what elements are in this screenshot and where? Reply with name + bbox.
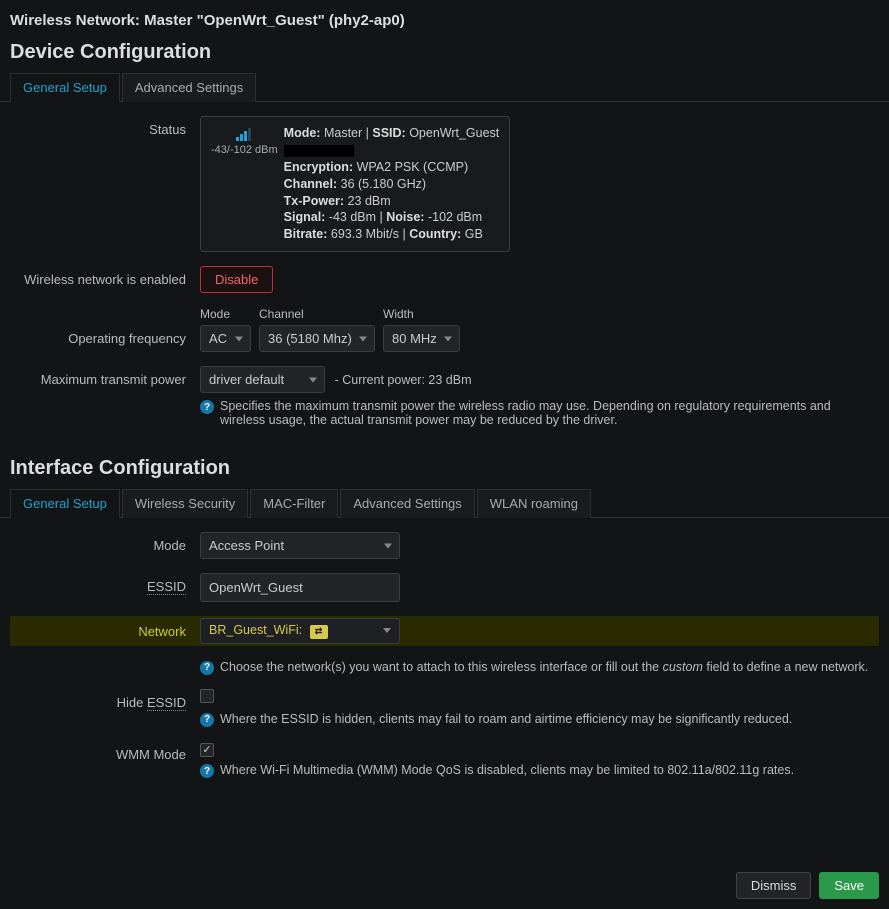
power-help-text: Specifies the maximum transmit power the… bbox=[220, 399, 879, 427]
device-tabs: General Setup Advanced Settings bbox=[0, 72, 889, 102]
essid-input[interactable] bbox=[200, 573, 400, 602]
bridge-icon: ⇄ bbox=[310, 625, 328, 639]
signal-dbm: -43/-102 dBm bbox=[211, 144, 278, 156]
tx-power-select[interactable]: driver default bbox=[200, 366, 325, 393]
freq-mode-l: Mode bbox=[200, 307, 251, 321]
wmm-help: Where Wi-Fi Multimedia (WMM) Mode QoS is… bbox=[220, 763, 794, 777]
info-icon: ? bbox=[200, 400, 214, 414]
freq-label: Operating frequency bbox=[10, 307, 200, 346]
enabled-label: Wireless network is enabled bbox=[10, 266, 200, 287]
freq-width-select[interactable]: 80 MHz bbox=[383, 325, 460, 352]
freq-mode-select[interactable]: AC bbox=[200, 325, 251, 352]
info-icon: ? bbox=[200, 661, 214, 675]
device-config-heading: Device Configuration bbox=[10, 41, 879, 64]
tab-general-setup[interactable]: General Setup bbox=[10, 73, 120, 102]
hide-essid-label: Hide ESSID bbox=[10, 689, 200, 710]
signal-icon bbox=[236, 125, 252, 141]
tab-mac-filter[interactable]: MAC-Filter bbox=[250, 489, 338, 518]
bssid-redacted bbox=[284, 145, 354, 157]
essid-label: ESSID bbox=[10, 573, 200, 594]
freq-channel-select[interactable]: 36 (5180 Mhz) bbox=[259, 325, 375, 352]
iface-mode-select[interactable]: Access Point bbox=[200, 532, 400, 559]
chevron-down-icon bbox=[383, 628, 391, 633]
tab-advanced-settings[interactable]: Advanced Settings bbox=[122, 73, 256, 102]
iface-config-heading: Interface Configuration bbox=[10, 457, 879, 480]
wmm-checkbox[interactable] bbox=[200, 743, 214, 757]
freq-chan-l: Channel bbox=[259, 307, 375, 321]
info-icon: ? bbox=[200, 764, 214, 778]
disable-button[interactable]: Disable bbox=[200, 266, 273, 293]
status-box: -43/-102 dBm Mode: Master | SSID: OpenWr… bbox=[200, 116, 510, 252]
tab-wireless-security[interactable]: Wireless Security bbox=[122, 489, 248, 518]
info-icon: ? bbox=[200, 713, 214, 727]
network-label: Network bbox=[10, 618, 200, 639]
tab-iface-general[interactable]: General Setup bbox=[10, 489, 120, 518]
tab-wlan-roaming[interactable]: WLAN roaming bbox=[477, 489, 591, 518]
dismiss-button[interactable]: Dismiss bbox=[736, 872, 812, 899]
save-button[interactable]: Save bbox=[819, 872, 879, 899]
network-help-text: Choose the network(s) you want to attach… bbox=[220, 660, 868, 674]
status-lines: Mode: Master | SSID: OpenWrt_Guest Encry… bbox=[284, 125, 500, 243]
freq-width-l: Width bbox=[383, 307, 460, 321]
current-power-note: - Current power: 23 dBm bbox=[335, 373, 472, 387]
page-title: Wireless Network: Master "OpenWrt_Guest"… bbox=[10, 12, 879, 29]
status-label: Status bbox=[10, 116, 200, 137]
network-select[interactable]: BR_Guest_WiFi: ⇄ bbox=[200, 618, 400, 644]
tab-iface-advanced[interactable]: Advanced Settings bbox=[340, 489, 474, 518]
iface-tabs: General Setup Wireless Security MAC-Filt… bbox=[0, 488, 889, 518]
hide-essid-checkbox[interactable] bbox=[200, 689, 214, 703]
power-label: Maximum transmit power bbox=[10, 366, 200, 387]
hide-essid-help: Where the ESSID is hidden, clients may f… bbox=[220, 712, 792, 726]
wmm-label: WMM Mode bbox=[10, 741, 200, 762]
modal-footer: Dismiss Save bbox=[0, 862, 889, 909]
mode-label: Mode bbox=[10, 532, 200, 553]
